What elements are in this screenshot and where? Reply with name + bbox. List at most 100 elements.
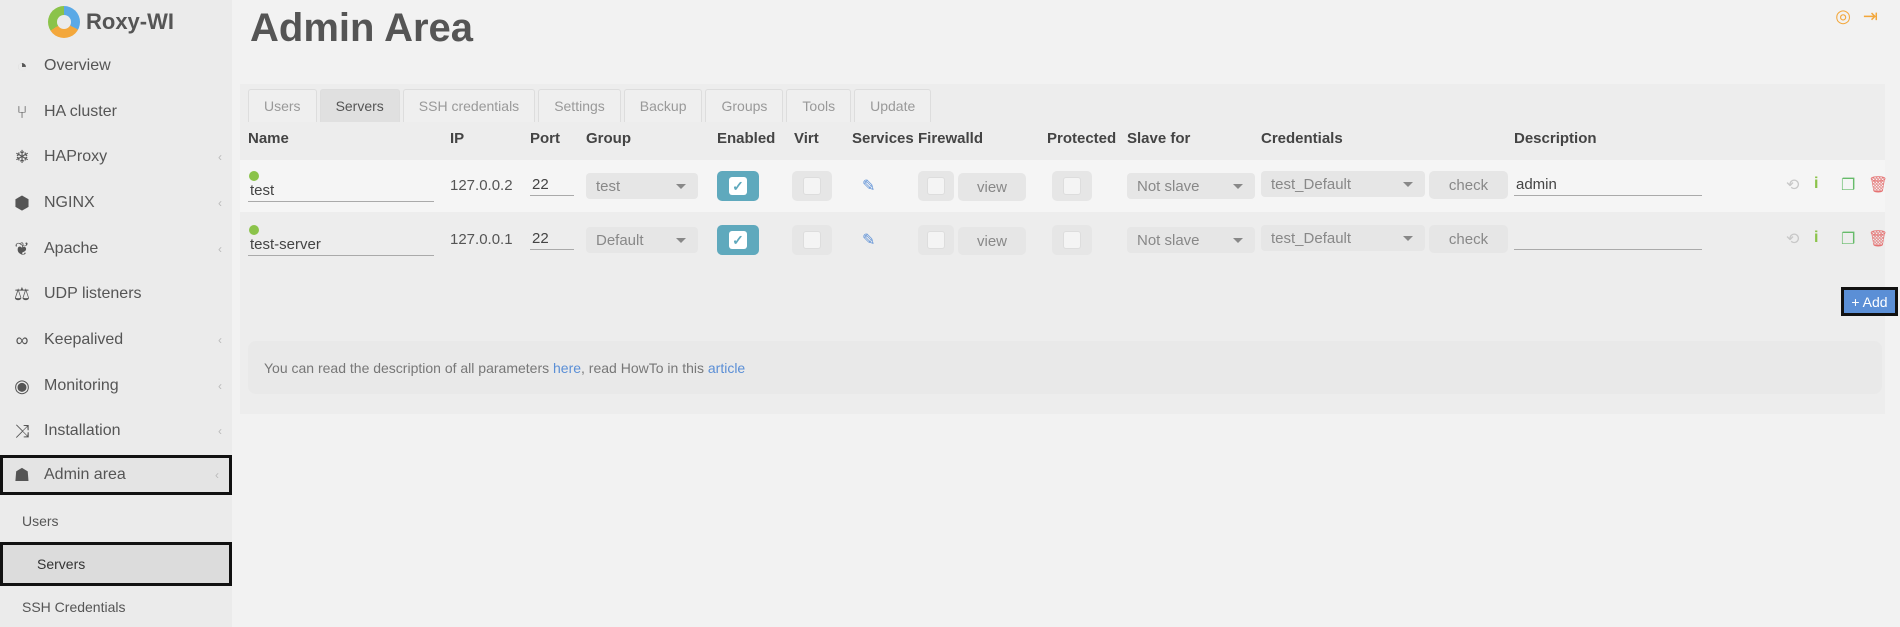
sidebar-subitem-users[interactable]: Users bbox=[0, 500, 232, 542]
admin-tabs: Users Servers SSH credentials Settings B… bbox=[248, 89, 932, 122]
server-port-input[interactable] bbox=[530, 174, 574, 196]
copy-icon[interactable]: ❐ bbox=[1841, 175, 1855, 195]
firewalld-view-button[interactable]: view bbox=[958, 227, 1026, 255]
shuffle-icon: ⤨ bbox=[14, 420, 30, 441]
col-header-virt: Virt bbox=[794, 130, 819, 147]
overview-icon: ◔ bbox=[16, 55, 28, 76]
caret-down-icon bbox=[1403, 182, 1413, 187]
sidebar-item-keepalived[interactable]: ∞ Keepalived ‹ bbox=[0, 318, 232, 362]
chevron-left-icon: ‹ bbox=[218, 424, 222, 438]
eye-icon: ◉ bbox=[14, 375, 30, 396]
sidebar-subitem-label: Servers bbox=[37, 556, 86, 572]
sidebar-item-admin-area[interactable]: ☗ Admin area ‹ bbox=[0, 455, 232, 495]
info-text: , read HowTo in this bbox=[581, 359, 704, 376]
protected-checkbox[interactable] bbox=[1052, 225, 1092, 255]
credentials-value: test_Default bbox=[1271, 229, 1352, 247]
article-link[interactable]: article bbox=[708, 360, 745, 376]
slave-for-select[interactable]: Not slave bbox=[1127, 227, 1255, 253]
sidebar-item-label: HAProxy bbox=[44, 148, 108, 165]
chevron-left-icon: ‹ bbox=[218, 379, 222, 393]
credentials-check-button[interactable]: check bbox=[1429, 225, 1508, 253]
sidebar-item-ha-cluster[interactable]: ⑂ HA cluster bbox=[0, 90, 232, 134]
group-select[interactable]: test bbox=[586, 173, 698, 199]
credentials-check-button[interactable]: check bbox=[1429, 171, 1508, 199]
group-select-value: test bbox=[596, 177, 621, 195]
logout-icon[interactable]: ⇥ bbox=[1863, 6, 1878, 27]
user-icon[interactable]: ◎ bbox=[1835, 6, 1851, 27]
edit-pencil-icon[interactable]: ✎ bbox=[862, 230, 875, 250]
slave-for-value: Not slave bbox=[1137, 177, 1200, 195]
info-box: You can read the description of all para… bbox=[248, 341, 1882, 394]
caret-down-icon bbox=[1233, 184, 1243, 189]
caret-down-icon bbox=[676, 184, 686, 189]
sidebar-item-label: Overview bbox=[44, 57, 111, 74]
history-icon[interactable]: ⟲ bbox=[1786, 229, 1799, 249]
col-header-description: Description bbox=[1514, 130, 1597, 147]
slave-for-select[interactable]: Not slave bbox=[1127, 173, 1255, 199]
protected-checkbox[interactable] bbox=[1052, 171, 1092, 201]
app-name: Roxy-WI bbox=[86, 9, 174, 34]
sidebar-item-apache[interactable]: ❦ Apache ‹ bbox=[0, 227, 232, 271]
sidebar-item-udp-listeners[interactable]: ⚖ UDP listeners bbox=[0, 272, 232, 316]
history-icon[interactable]: ⟲ bbox=[1786, 175, 1799, 195]
sidebar-subitem-label: Users bbox=[22, 513, 59, 529]
tab-update[interactable]: Update bbox=[854, 89, 932, 122]
spy-icon: ☗ bbox=[13, 464, 31, 485]
add-server-button[interactable]: + Add bbox=[1841, 287, 1898, 316]
server-port-input[interactable] bbox=[530, 228, 574, 250]
check-icon: ✓ bbox=[729, 177, 747, 195]
haproxy-icon: ❄ bbox=[14, 146, 30, 167]
tab-backup[interactable]: Backup bbox=[623, 89, 703, 122]
feather-icon: ❦ bbox=[14, 238, 30, 259]
server-name-input[interactable] bbox=[248, 234, 434, 256]
chevron-left-icon: ‹ bbox=[218, 242, 222, 256]
virt-checkbox[interactable] bbox=[792, 171, 832, 201]
group-select[interactable]: Default bbox=[586, 227, 698, 253]
sidebar-subitem-ssh-credentials[interactable]: SSH Credentials bbox=[0, 586, 232, 627]
tab-servers[interactable]: Servers bbox=[319, 89, 400, 122]
caret-down-icon bbox=[1233, 238, 1243, 243]
here-link[interactable]: here bbox=[553, 360, 581, 376]
enabled-checkbox[interactable]: ✓ bbox=[717, 225, 759, 255]
firewalld-view-button[interactable]: view bbox=[958, 173, 1026, 201]
header-actions: ◎ ⇥ bbox=[1835, 6, 1878, 27]
sidebar-item-overview[interactable]: ◔ Overview bbox=[0, 44, 232, 88]
delete-icon[interactable]: 🗑 bbox=[1868, 229, 1888, 249]
logo-icon bbox=[48, 6, 80, 38]
sidebar-item-nginx[interactable]: ⬢ NGINX ‹ bbox=[0, 181, 232, 225]
firewalld-checkbox[interactable] bbox=[918, 171, 954, 201]
edit-pencil-icon[interactable]: ✎ bbox=[862, 176, 875, 196]
tab-groups[interactable]: Groups bbox=[705, 89, 784, 122]
firewalld-checkbox[interactable] bbox=[918, 225, 954, 255]
chevron-left-icon: ‹ bbox=[215, 468, 219, 482]
col-header-enabled: Enabled bbox=[717, 130, 776, 147]
tab-ssh-credentials[interactable]: SSH credentials bbox=[402, 89, 536, 122]
copy-icon[interactable]: ❐ bbox=[1841, 229, 1855, 249]
col-header-firewalld: Firewalld bbox=[918, 130, 984, 147]
col-header-services: Services bbox=[852, 130, 914, 147]
server-ip: 127.0.0.2 bbox=[450, 177, 513, 194]
sidebar-item-haproxy[interactable]: ❄ HAProxy ‹ bbox=[0, 135, 232, 179]
nginx-icon: ⬢ bbox=[14, 192, 30, 213]
description-input[interactable] bbox=[1514, 228, 1702, 250]
sidebar-item-installation[interactable]: ⤨ Installation ‹ bbox=[0, 409, 232, 453]
tab-settings[interactable]: Settings bbox=[538, 89, 621, 122]
sidebar-item-monitoring[interactable]: ◉ Monitoring ‹ bbox=[0, 364, 232, 408]
slave-for-value: Not slave bbox=[1137, 231, 1200, 249]
credentials-select[interactable]: test_Default bbox=[1261, 225, 1425, 251]
tab-users[interactable]: Users bbox=[248, 89, 317, 122]
sidebar-item-label: UDP listeners bbox=[44, 285, 142, 302]
app-logo[interactable]: Roxy-WI bbox=[48, 6, 174, 38]
info-icon[interactable]: i bbox=[1814, 229, 1818, 247]
enabled-checkbox[interactable]: ✓ bbox=[717, 171, 759, 201]
info-icon[interactable]: i bbox=[1814, 175, 1818, 193]
virt-checkbox[interactable] bbox=[792, 225, 832, 255]
sidebar-subitem-servers[interactable]: Servers bbox=[0, 542, 232, 586]
delete-icon[interactable]: 🗑 bbox=[1868, 175, 1888, 195]
sidebar-item-label: NGINX bbox=[44, 194, 95, 211]
info-text: You can read the description of all para… bbox=[264, 359, 550, 376]
credentials-select[interactable]: test_Default bbox=[1261, 171, 1425, 197]
tab-tools[interactable]: Tools bbox=[786, 89, 852, 122]
description-input[interactable] bbox=[1514, 174, 1702, 196]
server-name-input[interactable] bbox=[248, 180, 434, 202]
